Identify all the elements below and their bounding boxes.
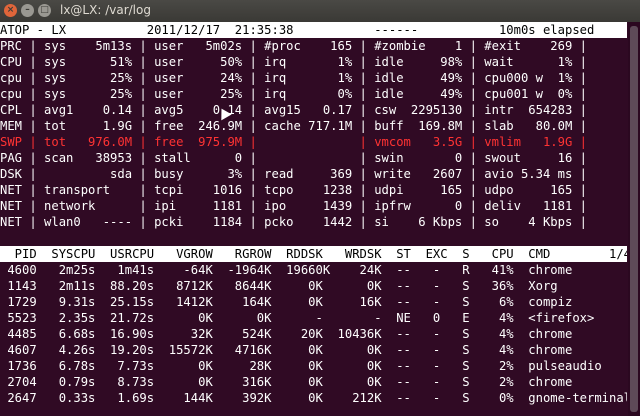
atop-line-net-wlan0: NET | wlan0 ---- | pcki 1184 | pcko 1442… — [0, 215, 587, 229]
atop-line-swp: SWP | tot 976.0M | free 975.9M | | vmcom… — [0, 135, 587, 149]
process-row: 1143 2m11s 88.20s 8712K 8644K 0K 0K -- -… — [0, 279, 558, 293]
process-table-header: PID SYSCPU USRCPU VGROW RGROW RDDSK WRDS… — [0, 246, 627, 262]
atop-header-line: ATOP - LX 2011/12/17 21:35:38 ------ 10m… — [0, 22, 627, 38]
atop-line-cpu0: cpu | sys 25% | user 24% | irq 1% | idle… — [0, 71, 587, 85]
window-title: lx@LX: /var/log — [60, 3, 151, 17]
maximize-icon[interactable]: □ — [38, 4, 51, 17]
atop-line-cpu1: cpu | sys 25% | user 25% | irq 0% | idle… — [0, 87, 587, 101]
atop-line-dsk: DSK | sda | busy 3% | read 369 | write 2… — [0, 167, 587, 181]
process-row: 2647 0.33s 1.69s 144K 392K 0K 212K -- - … — [0, 391, 627, 405]
atop-line-cpu: CPU | sys 51% | user 50% | irq 1% | idle… — [0, 55, 587, 69]
atop-line-cpl: CPL | avg1 0.14 | avg5 0.14 | avg15 0.17… — [0, 103, 587, 117]
process-row: 1729 9.31s 25.15s 1412K 164K 0K 16K -- -… — [0, 295, 573, 309]
process-row: 4485 6.68s 16.90s 32K 524K 20K 10436K --… — [0, 327, 573, 341]
close-icon[interactable]: × — [4, 4, 17, 17]
title-bar: × – □ lx@LX: /var/log — [0, 0, 640, 23]
process-row: 1736 6.78s 7.73s 0K 28K 0K 0K -- - S 2% … — [0, 359, 602, 373]
scrollbar-thumb[interactable] — [630, 26, 638, 412]
process-row: 5523 2.35s 21.72s 0K 0K - - NE 0 E 4% <f… — [0, 311, 595, 325]
atop-line-net-network: NET | network | ipi 1181 | ipo 1439 | ip… — [0, 199, 587, 213]
atop-line-mem: MEM | tot 1.9G | free 246.9M | cache 717… — [0, 119, 587, 133]
process-row: 4600 2m25s 1m41s -64K -1964K 19660K 24K … — [0, 263, 573, 277]
atop-line-prc: PRC | sys 5m13s | user 5m02s | #proc 165… — [0, 39, 587, 53]
atop-line-pag: PAG | scan 38953 | stall 0 | | swin 0 | … — [0, 151, 587, 165]
atop-line-net-transport: NET | transport | tcpi 1016 | tcpo 1238 … — [0, 183, 587, 197]
process-row: 4607 4.26s 19.20s 15572K 4716K 0K 0K -- … — [0, 343, 573, 357]
process-row: 2704 0.79s 8.73s 0K 316K 0K 0K -- - S 2%… — [0, 375, 573, 389]
terminal-area[interactable]: ATOP - LX 2011/12/17 21:35:38 ------ 10m… — [0, 22, 640, 416]
minimize-icon[interactable]: – — [21, 4, 34, 17]
